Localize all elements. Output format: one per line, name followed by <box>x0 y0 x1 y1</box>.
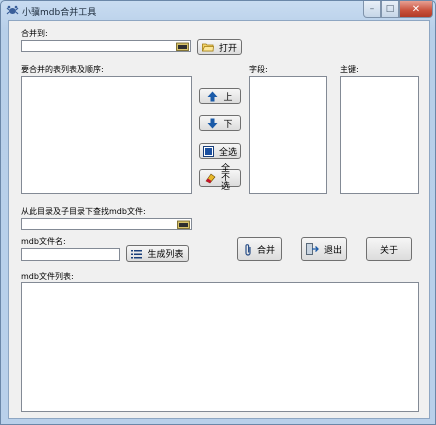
mdb-name-label: mdb文件名: <box>21 237 66 246</box>
maximize-icon: □ <box>385 4 395 14</box>
down-label: 下 <box>223 119 233 130</box>
paperclip-icon <box>245 243 251 256</box>
title-bar: 小骥mdb合并工具 – □ ✕ <box>1 1 435 20</box>
mdb-file-listbox[interactable] <box>21 282 419 412</box>
client-area: 合并到: 打开 要合并的表列表及顺序: 字段: 主键: 上 下 全选 全不选 从… <box>8 20 430 419</box>
arrow-down-icon <box>207 118 218 128</box>
exit-button[interactable]: 退出 <box>301 237 347 261</box>
list-icon <box>131 249 143 258</box>
mdb-name-field[interactable] <box>21 248 120 261</box>
checkbox-filled-icon <box>202 145 214 157</box>
select-none-label: 全不选 <box>221 163 231 192</box>
primary-key-listbox[interactable] <box>340 76 419 194</box>
tables-listbox[interactable] <box>21 76 192 194</box>
window-title: 小骥mdb合并工具 <box>22 8 97 18</box>
maximize-button[interactable]: □ <box>381 1 399 18</box>
move-down-button[interactable]: 下 <box>199 115 241 131</box>
merge-button[interactable]: 合并 <box>237 237 282 261</box>
merge-label: 合并 <box>256 245 275 256</box>
generate-list-label: 生成列表 <box>147 250 184 260</box>
close-icon: ✕ <box>411 3 421 15</box>
minimize-icon: – <box>369 4 375 14</box>
merge-to-field[interactable] <box>21 40 191 52</box>
about-button[interactable]: 关于 <box>366 237 412 261</box>
folder-open-icon[interactable] <box>176 42 189 51</box>
merge-to-label: 合并到: <box>21 29 48 38</box>
mdb-list-label: mdb文件列表: <box>21 272 74 281</box>
about-label: 关于 <box>379 245 398 256</box>
door-exit-icon <box>305 243 319 255</box>
open-button[interactable]: 打开 <box>197 39 242 55</box>
close-button[interactable]: ✕ <box>399 1 433 18</box>
open-label: 打开 <box>218 43 237 54</box>
move-up-button[interactable]: 上 <box>199 88 241 104</box>
select-all-label: 全选 <box>218 147 237 158</box>
fields-listbox[interactable] <box>249 76 327 194</box>
select-all-button[interactable]: 全选 <box>199 143 241 159</box>
select-none-button[interactable]: 全不选 <box>199 164 241 191</box>
eraser-icon <box>205 173 216 183</box>
primary-key-label: 主键: <box>340 65 359 74</box>
up-label: 上 <box>223 92 233 103</box>
folder-open-icon <box>201 43 214 52</box>
folder-open-icon[interactable] <box>177 220 190 229</box>
search-dir-field[interactable] <box>21 218 192 230</box>
crab-icon <box>6 5 19 15</box>
generate-list-button[interactable]: 生成列表 <box>126 245 189 262</box>
exit-label: 退出 <box>323 245 342 256</box>
fields-label: 字段: <box>249 65 268 74</box>
search-dir-label: 从此目录及子目录下查找mdb文件: <box>21 207 146 216</box>
minimize-button[interactable]: – <box>363 1 381 18</box>
arrow-up-icon <box>207 91 218 101</box>
app-window: 小骥mdb合并工具 – □ ✕ 合并到: 打开 要合并的表列表及顺序: 字段: … <box>0 0 436 425</box>
tables-order-label: 要合并的表列表及顺序: <box>21 65 104 74</box>
